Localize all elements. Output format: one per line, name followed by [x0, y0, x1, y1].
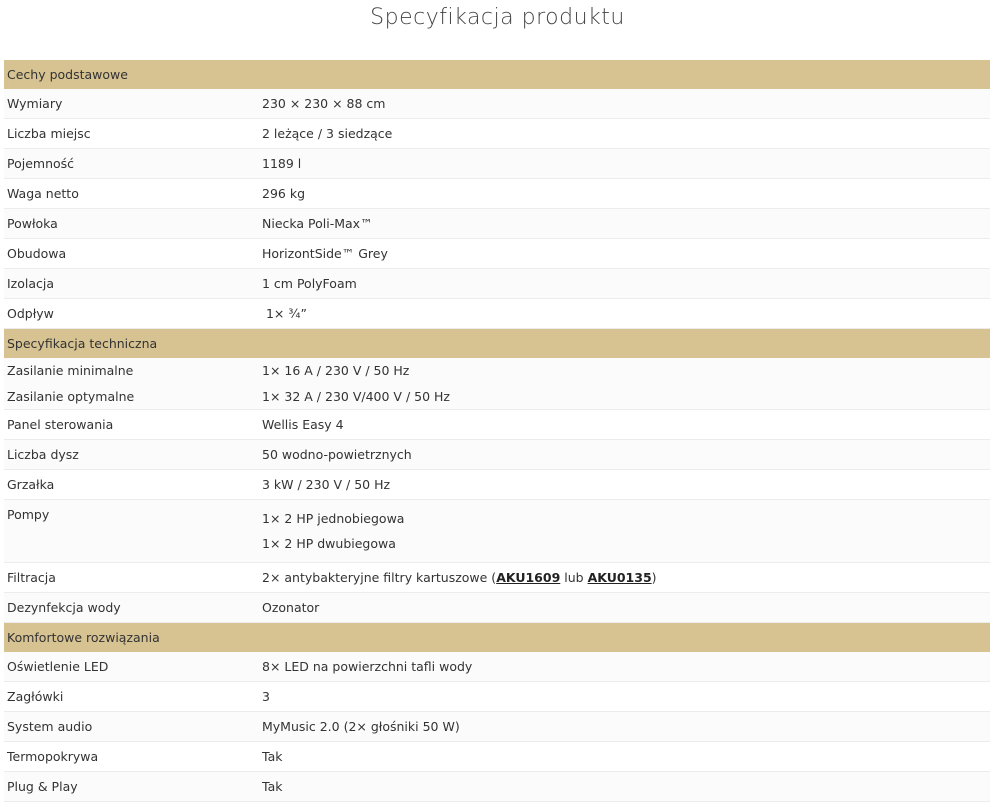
- table-row: Filtracja 2× antybakteryjne filtry kartu…: [4, 562, 990, 593]
- table-row: Izolacja 1 cm PolyFoam: [4, 268, 990, 299]
- page-title: Specyfikacja produktu: [370, 5, 625, 30]
- table-row: Zasilanie minimalne 1× 16 A / 230 V / 50…: [4, 358, 990, 383]
- pump-value: 1× 2 HP dwubiegowa: [262, 536, 396, 551]
- aku1609-link[interactable]: AKU1609: [496, 570, 560, 585]
- row-label: Zasilanie minimalne: [4, 358, 259, 383]
- section-header-basic: Cechy podstawowe: [4, 60, 990, 89]
- table-row: Powłoka Niecka Poli-Max™: [4, 208, 990, 239]
- section-header-technical: Specyfikacja techniczna: [4, 328, 990, 358]
- table-row: Pojemność 1189 l: [4, 148, 990, 179]
- row-value: 3 kW / 230 V / 50 Hz: [259, 469, 990, 500]
- filtration-prefix: 2× antybakteryjne filtry kartuszowe (: [262, 570, 497, 585]
- spec-table: Cechy podstawowe Wymiary 230 × 230 × 88 …: [4, 60, 990, 802]
- section-title: Specyfikacja techniczna: [4, 328, 990, 358]
- table-row: Grzałka 3 kW / 230 V / 50 Hz: [4, 469, 990, 500]
- row-label: Izolacja: [4, 268, 259, 299]
- row-value: MyMusic 2.0 (2× głośniki 50 W): [259, 711, 990, 742]
- row-value: 2 leżące / 3 siedzące: [259, 118, 990, 149]
- row-value: 296 kg: [259, 178, 990, 209]
- section-title: Cechy podstawowe: [4, 60, 990, 89]
- section-header-comfort: Komfortowe rozwiązania: [4, 622, 990, 652]
- row-value: 1189 l: [259, 148, 990, 179]
- row-label: Pojemność: [4, 148, 259, 179]
- row-value: 1 cm PolyFoam: [259, 268, 990, 299]
- row-label: Liczba miejsc: [4, 118, 259, 149]
- table-row: Zagłówki 3: [4, 681, 990, 712]
- row-value: HorizontSide™ Grey: [259, 238, 990, 269]
- row-label: Panel sterowania: [4, 409, 259, 440]
- row-value: 1× 32 A / 230 V/400 V / 50 Hz: [259, 383, 990, 410]
- row-label: Filtracja: [4, 562, 259, 593]
- filtration-suffix: ): [651, 570, 657, 585]
- table-row: Oświetlenie LED 8× LED na powierzchni ta…: [4, 652, 990, 682]
- row-label: System audio: [4, 711, 259, 742]
- row-label: Powłoka: [4, 208, 259, 239]
- row-value: Ozonator: [259, 592, 990, 623]
- row-value: Tak: [259, 771, 990, 802]
- table-row: Plug & Play Tak: [4, 771, 990, 802]
- row-label: Liczba dysz: [4, 439, 259, 470]
- row-label: Wymiary: [4, 89, 259, 119]
- table-row: Odpływ 1× ¾”: [4, 298, 990, 329]
- row-value: 1× ¾”: [259, 298, 990, 329]
- row-value: 2× antybakteryjne filtry kartuszowe (AKU…: [259, 562, 990, 593]
- row-value: 8× LED na powierzchni tafli wody: [259, 652, 990, 682]
- row-label: Zagłówki: [4, 681, 259, 712]
- table-row: System audio MyMusic 2.0 (2× głośniki 50…: [4, 711, 990, 742]
- table-row: Liczba miejsc 2 leżące / 3 siedzące: [4, 118, 990, 149]
- row-label: Oświetlenie LED: [4, 652, 259, 682]
- row-label: Obudowa: [4, 238, 259, 269]
- aku0135-link[interactable]: AKU0135: [588, 570, 652, 585]
- table-row: Wymiary 230 × 230 × 88 cm: [4, 89, 990, 119]
- row-value: Wellis Easy 4: [259, 409, 990, 440]
- row-value: Niecka Poli-Max™: [259, 208, 990, 239]
- row-value: 3: [259, 681, 990, 712]
- row-label: Grzałka: [4, 469, 259, 500]
- row-label: Termopokrywa: [4, 741, 259, 772]
- row-label: Zasilanie optymalne: [4, 383, 259, 410]
- row-value: 1× 16 A / 230 V / 50 Hz: [259, 358, 990, 383]
- table-row: Obudowa HorizontSide™ Grey: [4, 238, 990, 269]
- table-row: Termopokrywa Tak: [4, 741, 990, 772]
- row-label: Plug & Play: [4, 771, 259, 802]
- table-row: Liczba dysz 50 wodno-powietrznych: [4, 439, 990, 470]
- table-row: Dezynfekcja wody Ozonator: [4, 592, 990, 623]
- table-row: Zasilanie optymalne 1× 32 A / 230 V/400 …: [4, 383, 990, 410]
- pump-value: 1× 2 HP jednobiegowa: [262, 511, 405, 526]
- table-row: Panel sterowania Wellis Easy 4: [4, 409, 990, 440]
- row-label: Pompy: [4, 499, 259, 563]
- table-row: Pompy 1× 2 HP jednobiegowa 1× 2 HP dwubi…: [4, 499, 990, 563]
- filtration-middle: lub: [560, 570, 588, 585]
- row-value: 1× 2 HP jednobiegowa 1× 2 HP dwubiegowa: [259, 499, 990, 563]
- row-value: 230 × 230 × 88 cm: [259, 89, 990, 119]
- row-value: 50 wodno-powietrznych: [259, 439, 990, 470]
- table-row: Waga netto 296 kg: [4, 178, 990, 209]
- row-label: Dezynfekcja wody: [4, 592, 259, 623]
- row-value: Tak: [259, 741, 990, 772]
- row-label: Waga netto: [4, 178, 259, 209]
- section-title: Komfortowe rozwiązania: [4, 622, 990, 652]
- row-label: Odpływ: [4, 298, 259, 329]
